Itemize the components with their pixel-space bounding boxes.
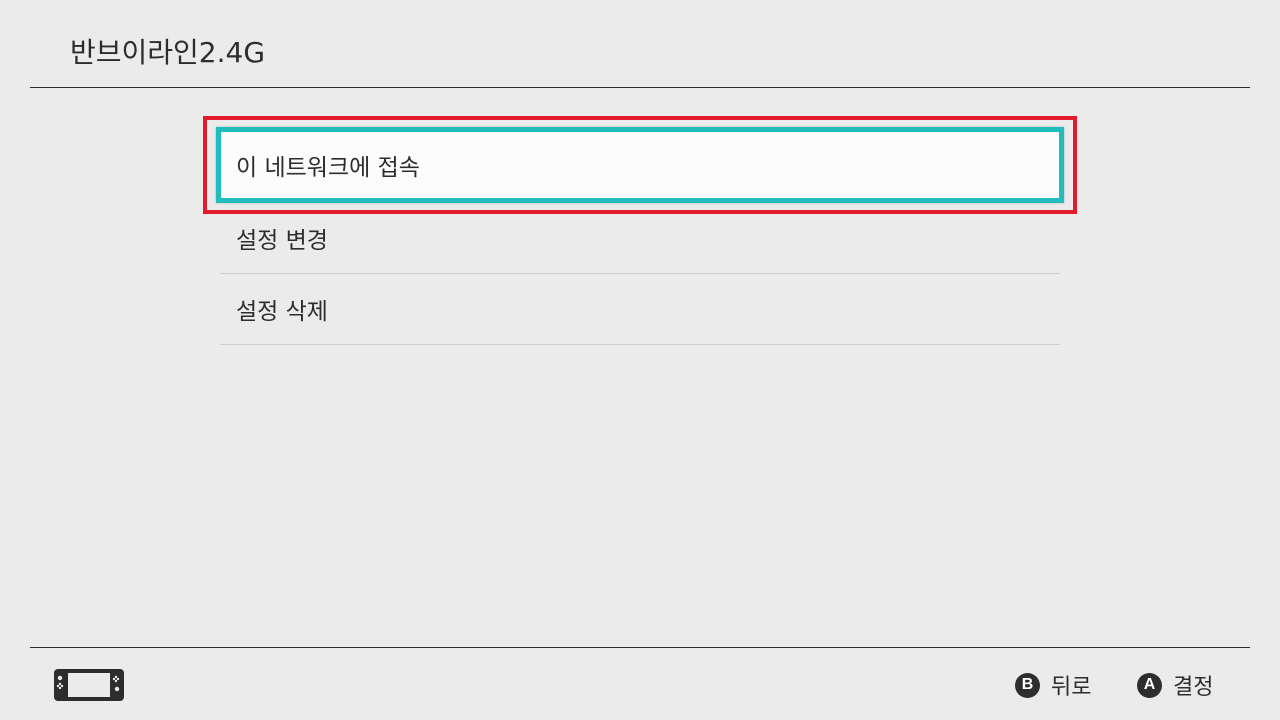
connect-to-network-item[interactable]: 이 네트워크에 접속 [216, 127, 1064, 203]
a-button-icon: A [1137, 672, 1162, 698]
network-options-menu: 이 네트워크에 접속 설정 변경 설정 삭제 [216, 127, 1064, 345]
handheld-console-icon [54, 669, 124, 701]
back-button[interactable]: B 뒤로 [1015, 670, 1091, 700]
back-button-label: 뒤로 [1051, 675, 1092, 700]
ok-button-label: 결정 [1173, 675, 1214, 700]
menu-item-label: 설정 변경 [236, 228, 328, 254]
footer: B 뒤로 A 결정 [30, 647, 1250, 720]
ok-button[interactable]: A 결정 [1137, 670, 1213, 700]
b-button-icon: B [1015, 672, 1040, 698]
menu-item-label: 설정 삭제 [236, 299, 328, 325]
menu-item-label: 이 네트워크에 접속 [236, 155, 420, 181]
header: 반브이라인2.4G [30, 0, 1250, 88]
delete-settings-item[interactable]: 설정 삭제 [220, 274, 1060, 345]
page-title: 반브이라인2.4G [70, 36, 266, 69]
change-settings-item[interactable]: 설정 변경 [220, 203, 1060, 274]
